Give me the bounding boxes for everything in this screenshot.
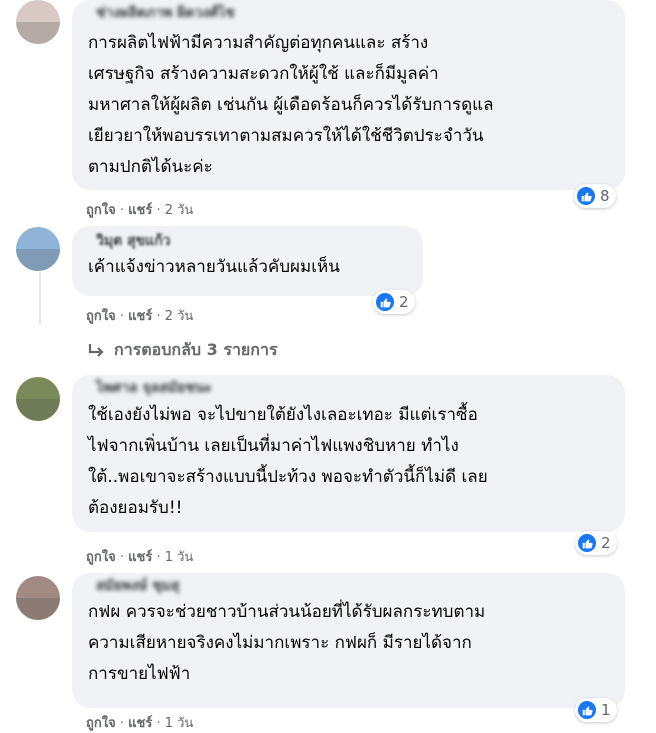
reaction-count[interactable]: 1 — [575, 698, 617, 722]
share-link[interactable]: แชร์ — [128, 203, 152, 218]
comment-author[interactable]: สมัยพงษ์ ชุมสุ — [96, 577, 611, 595]
comment-actions: ถูกใจ · แชร์ · 2 วัน — [86, 199, 193, 220]
reaction-number: 8 — [600, 187, 610, 205]
reply-arrow-icon — [88, 343, 104, 357]
comment-text: กฟผ ควรจะช่วยชาวบ้านส่วนน้อยที่ได้รับผลก… — [88, 602, 486, 684]
reaction-count[interactable]: 2 — [575, 531, 617, 555]
comment-text: การผลิตไฟฟ้ามีความสำคัญต่อทุกคนและ สร้าง… — [88, 33, 494, 177]
reaction-count[interactable]: 2 — [373, 290, 415, 314]
separator: · — [119, 203, 129, 218]
separator: · — [119, 550, 129, 565]
comment-bubble: ช่างผลิตภาพ ผิดวงศ์ไช การผลิตไฟฟ้ามีความ… — [72, 0, 625, 190]
like-link[interactable]: ถูกใจ — [86, 309, 116, 324]
thumbs-up-icon — [578, 534, 596, 552]
comment-author[interactable]: ไพศาล จุลสมัยชนะ — [96, 379, 611, 397]
reaction-number: 2 — [399, 293, 409, 311]
share-link[interactable]: แชร์ — [128, 550, 152, 565]
comment-bubble: ไพศาล จุลสมัยชนะ ใช้เองยังไม่พอ จะไปขายใ… — [72, 375, 625, 532]
avatar[interactable] — [16, 227, 60, 271]
share-link[interactable]: แชร์ — [128, 309, 152, 324]
comment-author[interactable]: ช่างผลิตภาพ ผิดวงศ์ไช — [96, 4, 611, 22]
separator: · — [156, 203, 165, 218]
separator: · — [156, 309, 165, 324]
comment-bubble: สมัยพงษ์ ชุมสุ กฟผ ควรจะช่วยชาวบ้านส่วนน… — [72, 573, 625, 708]
timestamp[interactable]: 2 วัน — [165, 203, 194, 218]
comment-text: เค้าแจ้งข่าวหลายวันแล้วคับผมเห็น — [88, 257, 340, 277]
like-link[interactable]: ถูกใจ — [86, 203, 116, 218]
thumbs-up-icon — [578, 701, 596, 719]
separator: · — [119, 309, 129, 324]
comment-text: ใช้เองยังไม่พอ จะไปขายใต้ยังไงเลอะเทอะ ม… — [88, 405, 488, 518]
thumbs-up-icon — [376, 293, 394, 311]
like-link[interactable]: ถูกใจ — [86, 550, 116, 565]
timestamp[interactable]: 2 วัน — [165, 309, 194, 324]
comment-actions: ถูกใจ · แชร์ · 1 วัน — [86, 546, 193, 567]
comment-author[interactable]: วิมุต สุขแก้ว — [96, 232, 409, 250]
avatar[interactable] — [16, 0, 60, 44]
thread-line — [39, 272, 41, 324]
comment-bubble: วิมุต สุขแก้ว เค้าแจ้งข่าวหลายวันแล้วคับ… — [72, 226, 423, 296]
view-replies-link[interactable]: การตอบกลับ 3 รายการ — [88, 338, 278, 363]
timestamp[interactable]: 1 วัน — [165, 550, 194, 565]
avatar[interactable] — [16, 377, 60, 421]
reaction-number: 2 — [601, 534, 611, 552]
separator: · — [156, 550, 165, 565]
reaction-count[interactable]: 8 — [574, 184, 616, 208]
reaction-number: 1 — [601, 701, 611, 719]
avatar[interactable] — [16, 576, 60, 620]
comment-actions: ถูกใจ · แชร์ · 1 วัน — [86, 712, 193, 733]
thumbs-up-icon — [577, 187, 595, 205]
replies-label: การตอบกลับ 3 รายการ — [114, 340, 278, 359]
comment-actions: ถูกใจ · แชร์ · 2 วัน — [86, 305, 193, 326]
